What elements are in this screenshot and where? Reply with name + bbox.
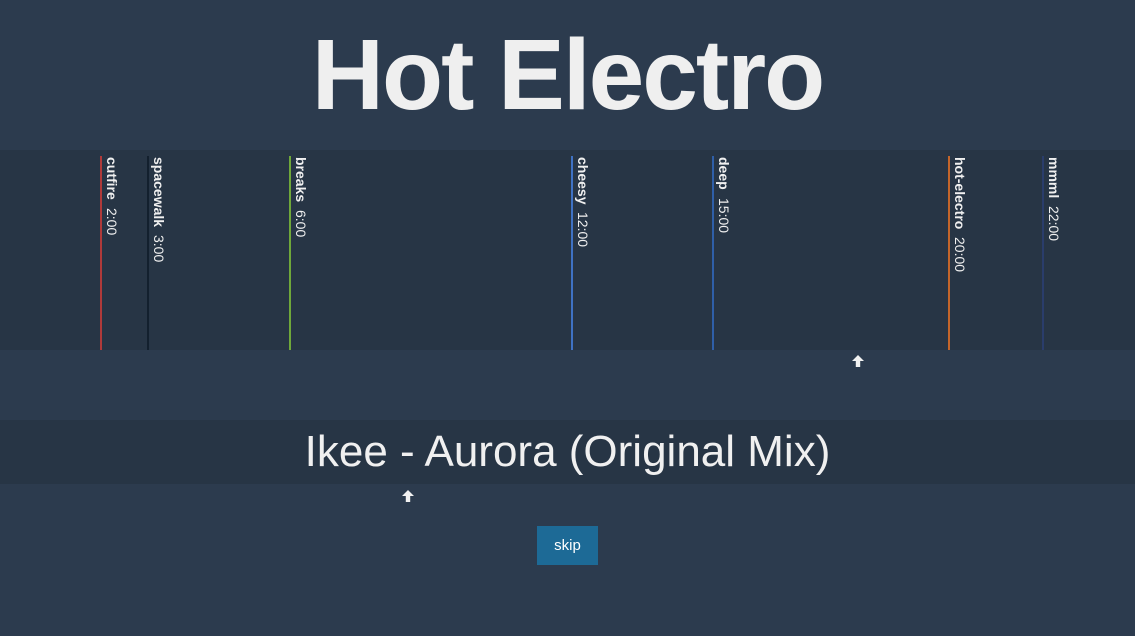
marker-name: cutfire xyxy=(104,157,120,200)
timeline-marker-cheesy xyxy=(571,156,573,350)
timeline-label-spacewalk: spacewalk 3:00 xyxy=(151,157,167,262)
arrow-up-icon xyxy=(852,355,864,367)
timeline-marker-hot-electro xyxy=(948,156,950,350)
marker-time: 3:00 xyxy=(151,234,167,263)
marker-name: cheesy xyxy=(575,157,591,205)
marker-name: breaks xyxy=(293,157,309,203)
timeline-label-cheesy: cheesy 12:00 xyxy=(575,157,591,247)
marker-time: 6:00 xyxy=(293,210,309,238)
marker-time: 20:00 xyxy=(952,237,968,273)
marker-time: 12:00 xyxy=(575,212,591,248)
marker-time: 22:00 xyxy=(1046,206,1062,242)
marker-time: 15:00 xyxy=(716,197,732,233)
timeline-label-mmml: mmml 22:00 xyxy=(1046,157,1062,241)
marker-name: mmml xyxy=(1046,157,1062,199)
timeline-marker-mmml xyxy=(1042,156,1044,350)
page-title: Hot Electro xyxy=(311,19,825,131)
marker-name: deep xyxy=(716,157,732,190)
timeline-label-hot-electro: hot-electro 20:00 xyxy=(952,157,968,272)
skip-button[interactable]: skip xyxy=(537,526,598,565)
timeline-label-deep: deep 15:00 xyxy=(716,157,732,233)
timeline-label-cutfire: cutfire 2:00 xyxy=(104,157,120,235)
marker-name: hot-electro xyxy=(952,157,968,230)
now-playing-track: Ikee - Aurora (Original Mix) xyxy=(0,420,1135,484)
arrow-up-icon xyxy=(402,490,414,502)
timeline-label-breaks: breaks 6:00 xyxy=(293,157,309,237)
timeline-marker-spacewalk xyxy=(147,156,149,350)
timeline-marker-breaks xyxy=(289,156,291,350)
timeline-marker-deep xyxy=(712,156,714,350)
marker-name: spacewalk xyxy=(151,157,167,228)
marker-time: 2:00 xyxy=(104,207,120,235)
timeline-marker-cutfire xyxy=(100,156,102,350)
schedule-timeline: cutfire 2:00 spacewalk 3:00 breaks 6:00 … xyxy=(0,150,1135,350)
